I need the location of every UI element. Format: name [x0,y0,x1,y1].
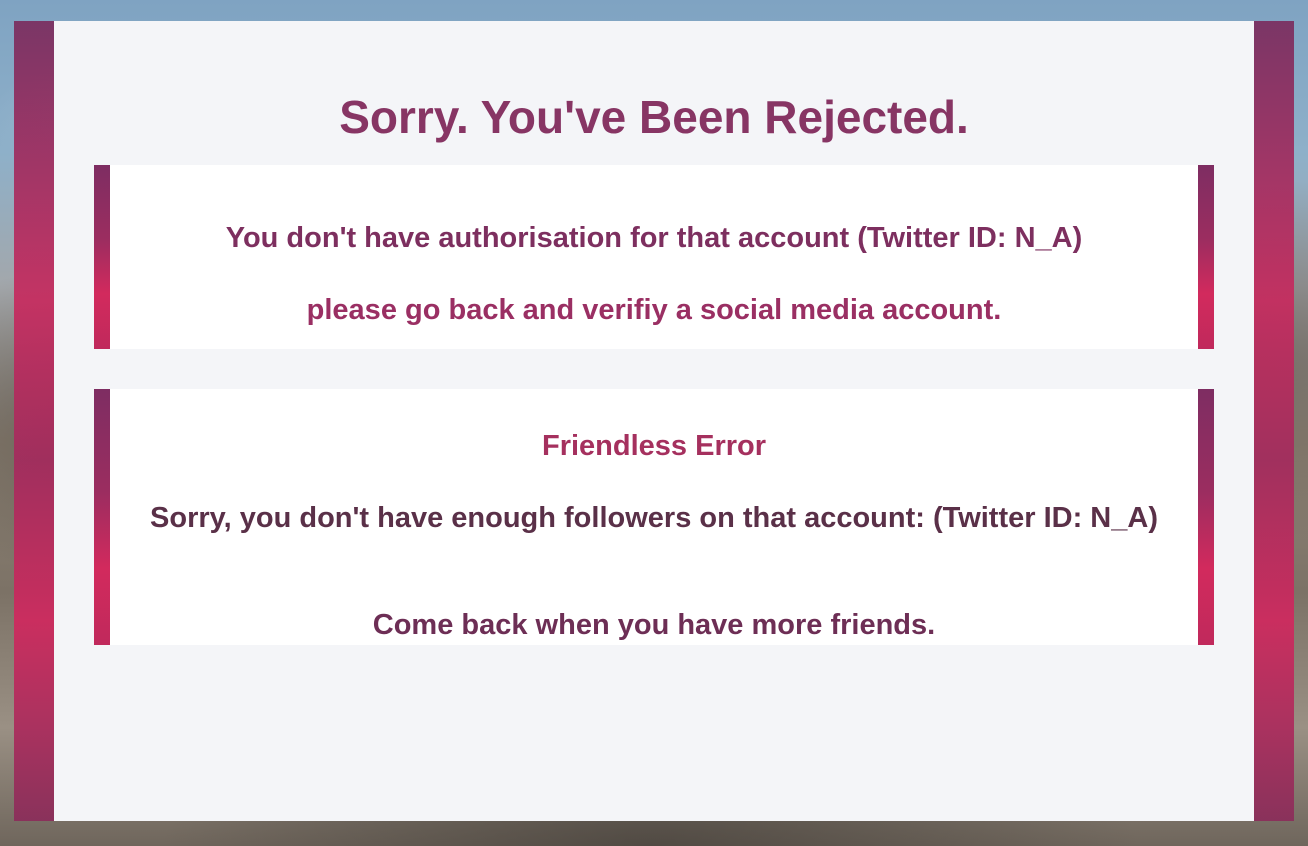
card-accent-bar-right [1198,389,1214,645]
auth-error-message: You don't have authorisation for that ac… [225,222,1083,254]
friendless-error-card: Friendless Error Sorry, you don't have e… [94,389,1214,645]
friendless-error-heading: Friendless Error [541,430,767,462]
card-accent-bar-left [94,389,110,645]
friendless-error-instruction: Come back when you have more friends. [372,609,936,641]
auth-error-instruction: please go back and verifiy a social medi… [306,294,1002,326]
friendless-error-message: Sorry, you don't have enough followers o… [150,502,1158,534]
card-accent-bar-right [1198,165,1214,349]
auth-error-card: You don't have authorisation for that ac… [94,165,1214,349]
card-accent-bar-left [94,165,110,349]
page-title: Sorry. You've Been Rejected. [339,91,969,143]
main-panel: Sorry. You've Been Rejected. You don't h… [54,21,1254,821]
